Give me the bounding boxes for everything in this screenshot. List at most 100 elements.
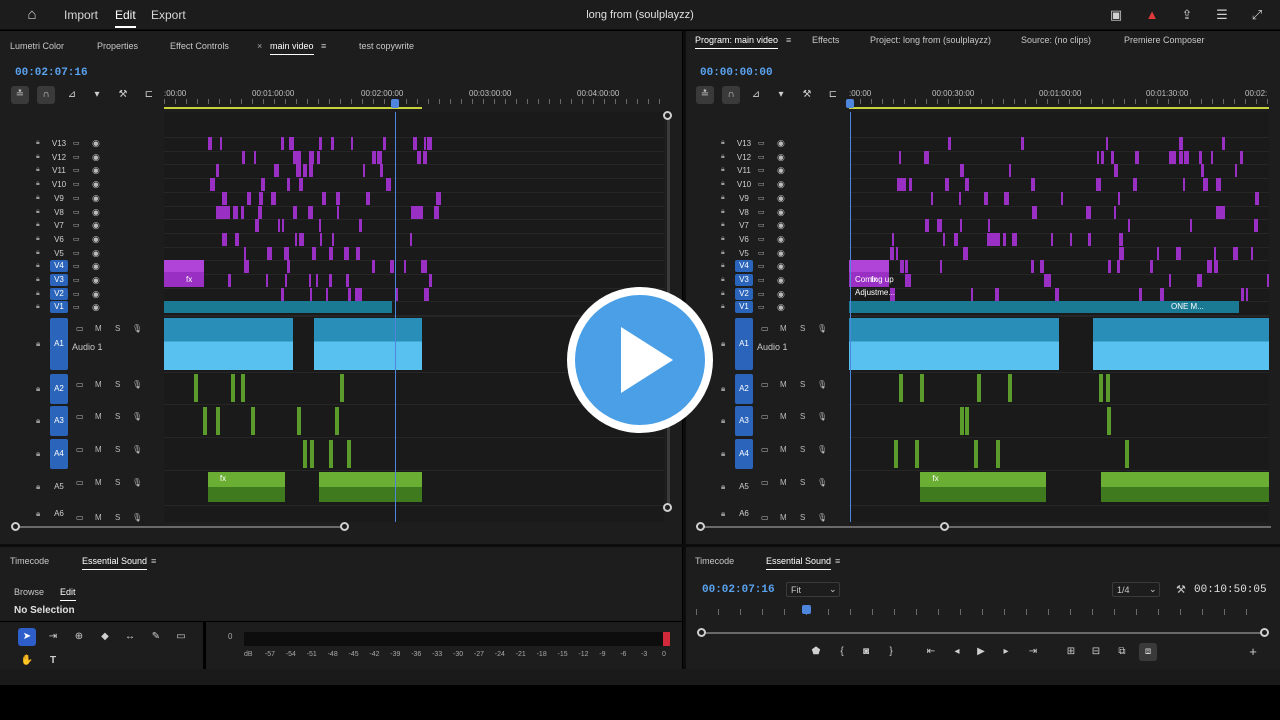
video-clip[interactable] — [320, 232, 322, 246]
go-to-in-icon[interactable]: ⇤ — [922, 643, 940, 661]
video-clip[interactable] — [228, 274, 231, 287]
track-select-tool-icon[interactable]: ⇥ — [44, 628, 62, 646]
video-clip[interactable] — [1114, 164, 1118, 178]
lock-icon[interactable]: 🔒︎ — [721, 166, 725, 174]
video-clip[interactable] — [278, 219, 280, 233]
microphone-icon[interactable]: 🎙︎ — [817, 324, 827, 333]
tab-lumetri-color[interactable]: Lumetri Color — [10, 41, 64, 51]
video-clip[interactable] — [423, 150, 427, 164]
microphone-icon[interactable]: 🎙︎ — [132, 324, 142, 333]
track-name-a6[interactable]: A6 — [735, 507, 753, 521]
lock-icon[interactable]: 🔒︎ — [36, 416, 40, 426]
monitor-zoom-bar[interactable] — [702, 632, 1264, 634]
extract-icon[interactable]: ⊟ — [1087, 643, 1105, 661]
film-icon[interactable]: ▭ — [76, 445, 84, 454]
video-clip[interactable] — [892, 232, 894, 246]
video-clip[interactable] — [254, 150, 256, 164]
playhead-line[interactable] — [850, 112, 851, 522]
track-name-v8[interactable]: V8 — [50, 208, 68, 217]
video-clip[interactable] — [293, 150, 298, 164]
camera-icon[interactable]: ◙ — [857, 643, 875, 661]
mute-button[interactable]: M — [95, 380, 102, 389]
film-icon[interactable]: ▭ — [758, 180, 765, 188]
video-clip[interactable] — [1179, 150, 1183, 164]
track-name-a3[interactable]: A3 — [735, 406, 753, 436]
mute-button[interactable]: M — [95, 513, 102, 522]
video-clip[interactable] — [266, 274, 268, 287]
video-clip[interactable] — [1070, 232, 1072, 246]
film-icon[interactable]: ▭ — [76, 412, 84, 421]
video-clip[interactable] — [971, 287, 973, 301]
film-icon[interactable]: ▭ — [76, 380, 84, 389]
solo-button[interactable]: S — [115, 412, 120, 421]
eye-icon[interactable]: ◉ — [92, 138, 100, 149]
video-clip[interactable] — [312, 246, 316, 260]
microphone-icon[interactable]: 🎙︎ — [817, 412, 827, 421]
audio-clip[interactable] — [303, 440, 307, 468]
lock-icon[interactable]: 🔒︎ — [36, 221, 40, 229]
film-icon[interactable]: ▭ — [73, 290, 80, 298]
lock-icon[interactable]: 🔒︎ — [36, 166, 40, 174]
eye-icon[interactable]: ◉ — [92, 275, 100, 286]
wrench-icon[interactable]: ⚒ — [1176, 583, 1186, 596]
left-vscroll-top-handle[interactable] — [663, 111, 672, 120]
track-name-v7[interactable]: V7 — [50, 221, 68, 230]
track-name-a4[interactable]: A4 — [735, 439, 753, 469]
mute-button[interactable]: M — [95, 412, 102, 421]
eye-icon[interactable]: ◉ — [92, 248, 100, 259]
video-clip[interactable] — [261, 178, 265, 192]
video-clip[interactable] — [1174, 150, 1176, 164]
lock-icon[interactable]: 🔒︎ — [36, 235, 40, 243]
ripple-edit-tool-icon[interactable]: ⊕ — [70, 628, 88, 646]
video-clip[interactable] — [377, 150, 382, 164]
video-clip[interactable] — [322, 191, 326, 205]
video-clip[interactable] — [404, 260, 406, 274]
video-clip[interactable] — [336, 191, 340, 205]
mark-out-icon[interactable]: } — [882, 643, 900, 661]
video-clip[interactable] — [996, 232, 1000, 246]
video-clip[interactable] — [271, 191, 276, 205]
track-name-a5[interactable]: A5 — [50, 480, 68, 494]
video-clip[interactable] — [1157, 246, 1159, 260]
add-button-icon[interactable]: + — [1244, 643, 1262, 661]
sequence-timecode[interactable]: 00:02:07:16 — [15, 67, 88, 79]
video-clip[interactable] — [1216, 178, 1221, 192]
music-clip[interactable] — [1101, 472, 1269, 502]
video-clip[interactable] — [931, 191, 933, 205]
tab-main-video[interactable]: main video — [270, 41, 314, 55]
video-clip[interactable] — [291, 137, 294, 150]
eye-icon[interactable]: ◉ — [777, 165, 785, 176]
mute-button[interactable]: M — [95, 478, 102, 487]
film-icon[interactable]: ▭ — [758, 303, 765, 311]
video-clip[interactable] — [1235, 164, 1237, 178]
marker-icon[interactable]: ▾ — [772, 86, 790, 104]
audio-clip-a1[interactable] — [849, 318, 1059, 370]
track-name-v6[interactable]: V6 — [735, 235, 753, 244]
video-clip[interactable] — [241, 205, 244, 219]
audio-clip-a1[interactable] — [313, 318, 422, 370]
track-name-v2[interactable]: V2 — [50, 287, 68, 300]
track-name-v5[interactable]: V5 — [50, 249, 68, 258]
video-clip[interactable] — [309, 164, 313, 178]
solo-button[interactable]: S — [115, 324, 120, 333]
video-clip[interactable] — [299, 232, 304, 246]
lock-icon[interactable]: 🔒︎ — [36, 482, 40, 492]
lock-icon[interactable]: 🔒︎ — [36, 262, 40, 270]
tab-essential-sound[interactable]: Essential Sound — [766, 556, 832, 570]
video-clip[interactable] — [988, 219, 990, 233]
video-clip[interactable] — [242, 150, 245, 164]
video-clip[interactable] — [284, 246, 289, 260]
video-clip[interactable] — [383, 137, 386, 150]
export-frame-icon[interactable]: ⧈ — [1139, 643, 1157, 661]
linked-selection-icon[interactable]: ⊿ — [63, 86, 81, 104]
video-clip[interactable] — [1220, 205, 1225, 219]
film-icon[interactable]: ▭ — [73, 249, 80, 257]
tab-edit[interactable]: Edit — [60, 587, 76, 601]
microphone-icon[interactable]: 🎙︎ — [817, 513, 827, 522]
video-clip[interactable] — [224, 232, 227, 246]
film-icon[interactable]: ▭ — [761, 478, 769, 487]
left-time-ruler[interactable]: :00:00 00:01:00:00 00:02:00:00 00:03:00:… — [164, 86, 666, 110]
solo-button[interactable]: S — [115, 478, 120, 487]
video-clip[interactable] — [259, 191, 263, 205]
lock-icon[interactable]: 🔒︎ — [721, 509, 725, 519]
